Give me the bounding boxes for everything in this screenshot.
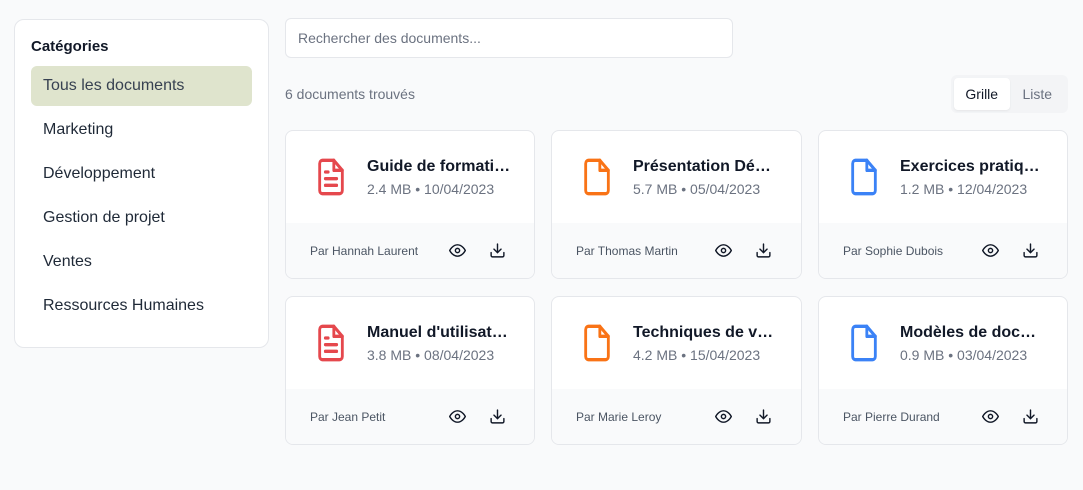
file-icon (580, 323, 614, 363)
document-meta: 5.7 MB • 05/04/2023 (633, 180, 761, 197)
download-icon[interactable] (485, 405, 509, 429)
download-icon[interactable] (751, 405, 775, 429)
document-size: 3.8 MB (367, 346, 412, 363)
document-title: Techniques de v… (633, 323, 774, 341)
card-footer: Par Sophie Dubois (819, 223, 1067, 278)
eye-icon[interactable] (711, 405, 735, 429)
download-icon[interactable] (1018, 239, 1042, 263)
eye-icon[interactable] (978, 239, 1002, 263)
categories-sidebar: Catégories Tous les documents Marketing … (14, 19, 269, 348)
card-footer: Par Jean Petit (286, 389, 534, 444)
grid-view-button[interactable]: Grille (954, 78, 1010, 110)
category-item[interactable]: Marketing (31, 110, 252, 150)
eye-icon[interactable] (445, 239, 469, 263)
card-info: Exercices pratiq… 1.2 MB • 12/04/2023 (900, 158, 1050, 197)
card-footer: Par Pierre Durand (819, 389, 1067, 444)
eye-icon[interactable] (711, 239, 735, 263)
download-icon[interactable] (751, 239, 775, 263)
document-title: Présentation Dé… (633, 157, 771, 175)
document-date: 08/04/2023 (424, 346, 495, 363)
category-list: Tous les documents Marketing Développeme… (31, 66, 252, 326)
card-footer: Par Hannah Laurent (286, 223, 534, 278)
document-author: Par Hannah Laurent (310, 243, 419, 258)
download-icon[interactable] (1018, 405, 1042, 429)
file-text-icon (314, 157, 348, 197)
card-header: Présentation Dé… 5.7 MB • 05/04/2023 (552, 131, 801, 223)
document-date: 10/04/2023 (424, 180, 495, 197)
card-header: Modèles de doc… 0.9 MB • 03/04/2023 (819, 297, 1067, 389)
view-toggle: Grille Liste (951, 75, 1068, 113)
category-item[interactable]: Ventes (31, 242, 252, 282)
document-title: Exercices pratiq… (900, 157, 1040, 175)
document-size: 1.2 MB (900, 180, 945, 197)
eye-icon[interactable] (978, 405, 1002, 429)
document-card[interactable]: Guide de formati… 2.4 MB • 10/04/2023 Pa… (285, 130, 535, 279)
search-input[interactable] (285, 18, 733, 58)
document-card[interactable]: Manuel d'utilisat… 3.8 MB • 08/04/2023 P… (285, 296, 535, 445)
document-date: 05/04/2023 (690, 180, 761, 197)
document-grid: Guide de formati… 2.4 MB • 10/04/2023 Pa… (285, 130, 1068, 445)
document-title: Manuel d'utilisat… (367, 323, 508, 341)
document-date: 12/04/2023 (957, 180, 1028, 197)
document-author: Par Marie Leroy (576, 409, 662, 424)
results-count: 6 documents trouvés (285, 86, 415, 102)
card-header: Techniques de v… 4.2 MB • 15/04/2023 (552, 297, 801, 389)
list-view-button[interactable]: Liste (1010, 78, 1066, 110)
card-info: Manuel d'utilisat… 3.8 MB • 08/04/2023 (367, 324, 517, 363)
document-author: Par Sophie Dubois (843, 243, 944, 258)
eye-icon[interactable] (445, 405, 469, 429)
document-meta: 4.2 MB • 15/04/2023 (633, 346, 761, 363)
card-footer: Par Thomas Martin (552, 223, 801, 278)
document-size: 5.7 MB (633, 180, 678, 197)
card-footer: Par Marie Leroy (552, 389, 801, 444)
card-header: Guide de formati… 2.4 MB • 10/04/2023 (286, 131, 534, 223)
card-info: Présentation Dé… 5.7 MB • 05/04/2023 (633, 158, 783, 197)
file-text-icon (314, 323, 348, 363)
category-item[interactable]: Développement (31, 154, 252, 194)
document-title: Guide de formati… (367, 157, 511, 175)
card-header: Exercices pratiq… 1.2 MB • 12/04/2023 (819, 131, 1067, 223)
document-card[interactable]: Exercices pratiq… 1.2 MB • 12/04/2023 Pa… (818, 130, 1068, 279)
document-author: Par Jean Petit (310, 409, 386, 424)
document-size: 0.9 MB (900, 346, 945, 363)
file-icon (847, 157, 881, 197)
document-meta: 3.8 MB • 08/04/2023 (367, 346, 495, 363)
card-info: Guide de formati… 2.4 MB • 10/04/2023 (367, 158, 517, 197)
document-meta: 0.9 MB • 03/04/2023 (900, 346, 1028, 363)
document-card[interactable]: Modèles de doc… 0.9 MB • 03/04/2023 Par … (818, 296, 1068, 445)
card-info: Modèles de doc… 0.9 MB • 03/04/2023 (900, 324, 1050, 363)
document-card[interactable]: Présentation Dé… 5.7 MB • 05/04/2023 Par… (551, 130, 802, 279)
document-date: 15/04/2023 (690, 346, 761, 363)
document-author: Par Thomas Martin (576, 243, 678, 258)
category-item[interactable]: Ressources Humaines (31, 286, 252, 326)
document-author: Par Pierre Durand (843, 409, 940, 424)
document-meta: 2.4 MB • 10/04/2023 (367, 180, 495, 197)
document-meta: 1.2 MB • 12/04/2023 (900, 180, 1028, 197)
file-icon (580, 157, 614, 197)
document-size: 4.2 MB (633, 346, 678, 363)
document-title: Modèles de doc… (900, 323, 1037, 341)
card-header: Manuel d'utilisat… 3.8 MB • 08/04/2023 (286, 297, 534, 389)
document-card[interactable]: Techniques de v… 4.2 MB • 15/04/2023 Par… (551, 296, 802, 445)
category-item[interactable]: Gestion de projet (31, 198, 252, 238)
file-icon (847, 323, 881, 363)
document-date: 03/04/2023 (957, 346, 1028, 363)
document-size: 2.4 MB (367, 180, 412, 197)
card-info: Techniques de v… 4.2 MB • 15/04/2023 (633, 324, 783, 363)
category-item[interactable]: Tous les documents (31, 66, 252, 106)
download-icon[interactable] (485, 239, 509, 263)
sidebar-title: Catégories (31, 38, 109, 55)
